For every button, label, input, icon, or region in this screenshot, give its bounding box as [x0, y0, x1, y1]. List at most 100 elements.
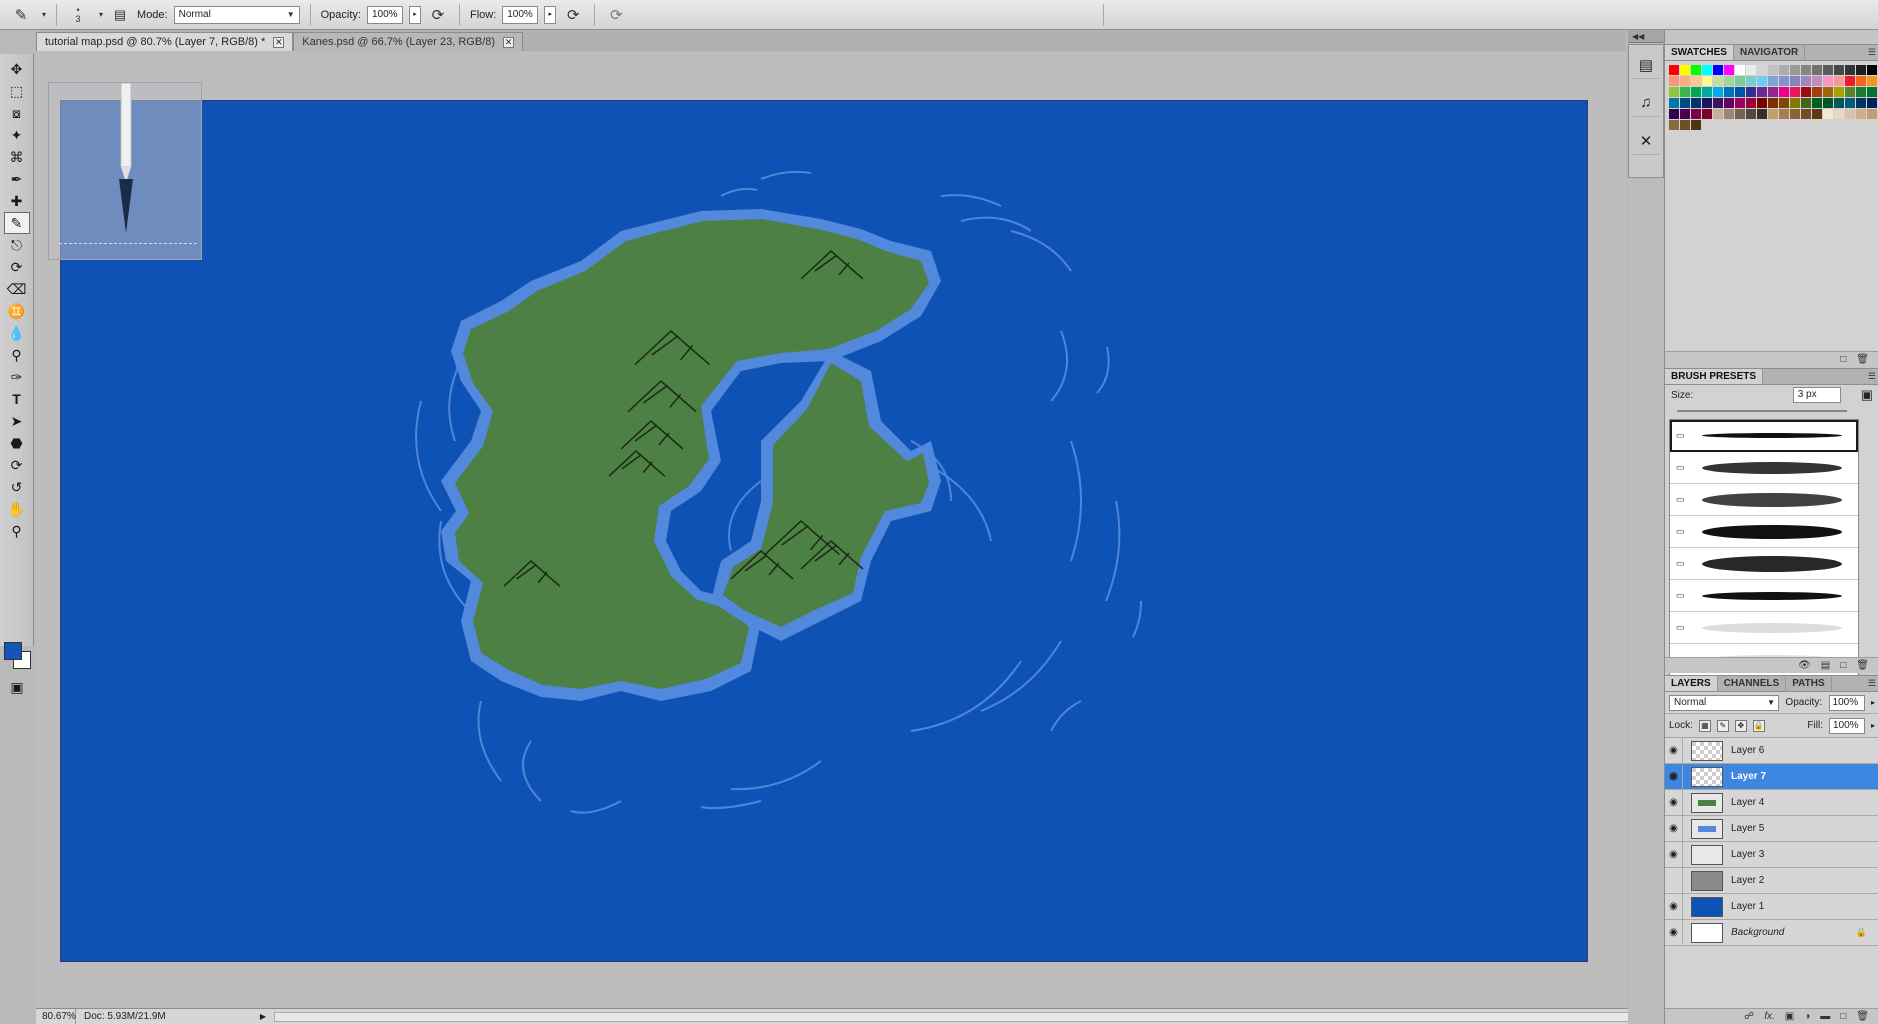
marquee-tool-icon[interactable]: ⬚: [4, 80, 30, 102]
quick-select-tool-icon[interactable]: ✦: [4, 124, 30, 146]
color-swatch[interactable]: [1691, 65, 1701, 75]
type-tool-icon[interactable]: T: [4, 388, 30, 410]
color-swatch[interactable]: [1801, 98, 1811, 108]
tab-channels[interactable]: CHANNELS: [1718, 676, 1787, 691]
color-swatch[interactable]: [1845, 109, 1855, 119]
chevron-right-icon[interactable]: ▸: [1871, 721, 1875, 730]
color-swatch[interactable]: [1768, 98, 1778, 108]
horizontal-scrollbar[interactable]: [274, 1012, 1632, 1022]
color-swatch[interactable]: [1823, 98, 1833, 108]
trash-icon[interactable]: 🗑: [1856, 660, 1869, 671]
size-slider-track[interactable]: [1677, 410, 1847, 412]
color-swatch[interactable]: [1713, 76, 1723, 86]
color-swatch[interactable]: [1845, 65, 1855, 75]
layer-row[interactable]: ◉Layer 3: [1665, 842, 1878, 868]
color-swatch[interactable]: [1691, 98, 1701, 108]
color-swatch[interactable]: [1735, 87, 1745, 97]
chevron-right-icon[interactable]: ▸: [1871, 698, 1875, 707]
color-swatch[interactable]: [1724, 98, 1734, 108]
color-swatch[interactable]: [1768, 65, 1778, 75]
close-icon[interactable]: ✕: [503, 37, 514, 48]
chevron-right-icon[interactable]: ▶: [260, 1012, 266, 1021]
brush-preset-item[interactable]: ▭: [1670, 612, 1858, 644]
color-swatch[interactable]: [1746, 76, 1756, 86]
color-swatch[interactable]: [1812, 76, 1822, 86]
tab-navigator[interactable]: NAVIGATOR: [1734, 45, 1805, 60]
color-swatch[interactable]: [1856, 76, 1866, 86]
brush-preset-item[interactable]: ▭: [1670, 484, 1858, 516]
color-swatch[interactable]: [1801, 87, 1811, 97]
toggle-brush-panel-icon[interactable]: 👁: [1798, 660, 1811, 671]
color-swatch[interactable]: [1746, 87, 1756, 97]
color-swatch[interactable]: [1680, 109, 1690, 119]
brush-tool-preset-icon[interactable]: ✎: [10, 4, 32, 26]
color-swatch[interactable]: [1845, 76, 1855, 86]
zoom-readout[interactable]: 80.67%: [36, 1009, 76, 1024]
crop-tool-icon[interactable]: ⌘: [4, 146, 30, 168]
color-swatch[interactable]: [1801, 76, 1811, 86]
eraser-tool-icon[interactable]: ⌫: [4, 278, 30, 300]
color-swatch[interactable]: [1713, 65, 1723, 75]
visibility-eye-icon[interactable]: ◉: [1665, 894, 1683, 920]
color-swatch[interactable]: [1669, 65, 1679, 75]
color-swatch[interactable]: [1790, 98, 1800, 108]
collapse-left-icon[interactable]: ◀◀: [1632, 32, 1644, 41]
color-swatch[interactable]: [1867, 109, 1877, 119]
color-swatch[interactable]: [1669, 109, 1679, 119]
color-swatch[interactable]: [1856, 98, 1866, 108]
color-swatch[interactable]: [1757, 65, 1767, 75]
link-layers-icon[interactable]: ☍: [1744, 1011, 1754, 1022]
close-icon[interactable]: ✕: [273, 37, 284, 48]
visibility-eye-icon[interactable]: ◉: [1665, 764, 1683, 790]
new-brush-icon[interactable]: □: [1840, 660, 1846, 671]
panel-menu-icon[interactable]: ☰: [1868, 47, 1876, 58]
color-swatch[interactable]: [1823, 109, 1833, 119]
healing-brush-tool-icon[interactable]: ✚: [4, 190, 30, 212]
chevron-down-icon[interactable]: ▾: [99, 10, 103, 19]
color-swatch[interactable]: [1691, 109, 1701, 119]
blur-tool-icon[interactable]: 💧: [4, 322, 30, 344]
brush-preset-item[interactable]: ▭: [1670, 516, 1858, 548]
layer-row[interactable]: ◉Layer 5: [1665, 816, 1878, 842]
trash-icon[interactable]: 🗑: [1856, 354, 1869, 365]
chevron-down-icon[interactable]: ▾: [42, 10, 46, 19]
brush-preset-item[interactable]: ▭: [1670, 548, 1858, 580]
color-swatch[interactable]: [1724, 87, 1734, 97]
doc-size-readout[interactable]: Doc: 5.93M/21.9M▶: [76, 1011, 266, 1022]
shape-tool-icon[interactable]: ⬣: [4, 432, 30, 454]
color-swatch[interactable]: [1735, 98, 1745, 108]
color-swatch[interactable]: [1790, 109, 1800, 119]
color-swatch[interactable]: [1812, 65, 1822, 75]
hand-tool-icon[interactable]: ✋: [4, 498, 30, 520]
clone-stamp-tool-icon[interactable]: ⎋: [4, 234, 30, 256]
color-swatch[interactable]: [1823, 87, 1833, 97]
paint-bucket-tool-icon[interactable]: ♊: [4, 300, 30, 322]
dodge-tool-icon[interactable]: ⚲: [4, 344, 30, 366]
panel-menu-icon[interactable]: ☰: [1868, 678, 1876, 689]
tab-swatches[interactable]: SWATCHES: [1665, 45, 1734, 60]
brush-preset-item[interactable]: ▭: [1670, 580, 1858, 612]
lock-all-icon[interactable]: 🔒: [1753, 720, 1765, 732]
color-swatch[interactable]: [1801, 109, 1811, 119]
color-swatch[interactable]: [1702, 87, 1712, 97]
color-swatch[interactable]: [1779, 65, 1789, 75]
brush-reset-icon[interactable]: ▣: [1861, 387, 1873, 403]
layer-row[interactable]: Layer 2: [1665, 868, 1878, 894]
color-swatch[interactable]: [1735, 65, 1745, 75]
pressure-opacity-icon[interactable]: ⟳: [427, 4, 449, 26]
color-swatch[interactable]: [1812, 98, 1822, 108]
color-swatch[interactable]: [1834, 87, 1844, 97]
color-swatch[interactable]: [1779, 76, 1789, 86]
eyedropper-tool-icon[interactable]: ✒: [4, 168, 30, 190]
layer-row[interactable]: ◉Background🔒: [1665, 920, 1878, 946]
color-swatch[interactable]: [1680, 87, 1690, 97]
color-swatch[interactable]: [1713, 98, 1723, 108]
color-swatch[interactable]: [1702, 65, 1712, 75]
color-swatch[interactable]: [1834, 109, 1844, 119]
fx-icon[interactable]: fx.: [1764, 1011, 1775, 1022]
blend-mode-select[interactable]: Normal▼: [1669, 695, 1779, 711]
zoom-tool-icon[interactable]: ⚲: [4, 520, 30, 542]
color-swatch[interactable]: [1757, 87, 1767, 97]
color-swatch[interactable]: [1779, 87, 1789, 97]
color-swatch[interactable]: [1867, 76, 1877, 86]
